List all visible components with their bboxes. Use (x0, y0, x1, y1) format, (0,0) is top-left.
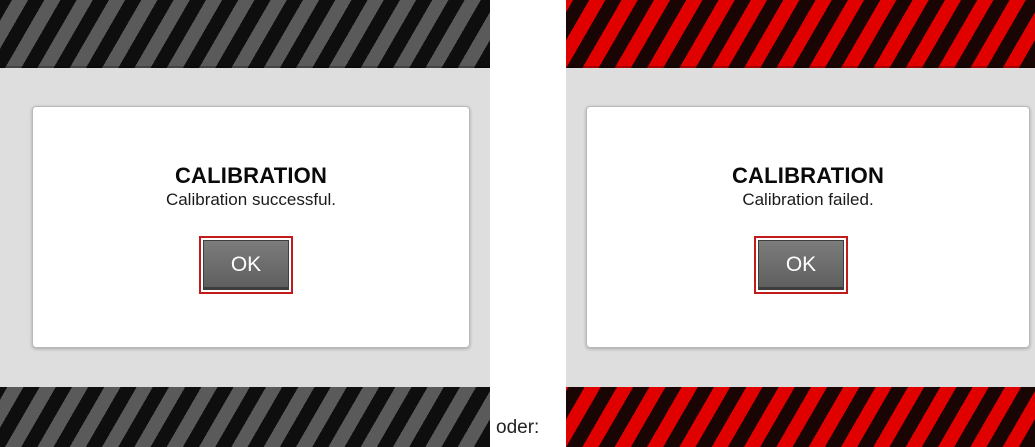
dialog-message: Calibration successful. (165, 190, 337, 209)
ok-button-label: OK (203, 240, 289, 290)
warning-stripe-bottom-red (566, 387, 1035, 447)
calibration-success-screen: CALIBRATION Calibration successful. OK (0, 0, 490, 447)
separator-label: oder: (496, 417, 540, 438)
calibration-dialog: CALIBRATION Calibration failed. OK (586, 106, 1030, 348)
ok-button[interactable]: OK (754, 236, 848, 294)
calibration-dialog: CALIBRATION Calibration successful. OK (32, 106, 470, 348)
dialog-title: CALIBRATION (731, 163, 885, 188)
warning-stripe-top-red (566, 0, 1035, 68)
dialog-title: CALIBRATION (174, 163, 328, 188)
warning-stripe-bottom-gray (0, 387, 490, 447)
dialog-message: Calibration failed. (742, 190, 874, 209)
ok-button[interactable]: OK (199, 236, 293, 294)
warning-stripe-top-gray (0, 0, 490, 68)
calibration-screens-comparison: CALIBRATION Calibration successful. OK o… (0, 0, 1035, 447)
calibration-failed-screen: CALIBRATION Calibration failed. OK (566, 0, 1035, 447)
ok-button-label: OK (758, 240, 844, 290)
